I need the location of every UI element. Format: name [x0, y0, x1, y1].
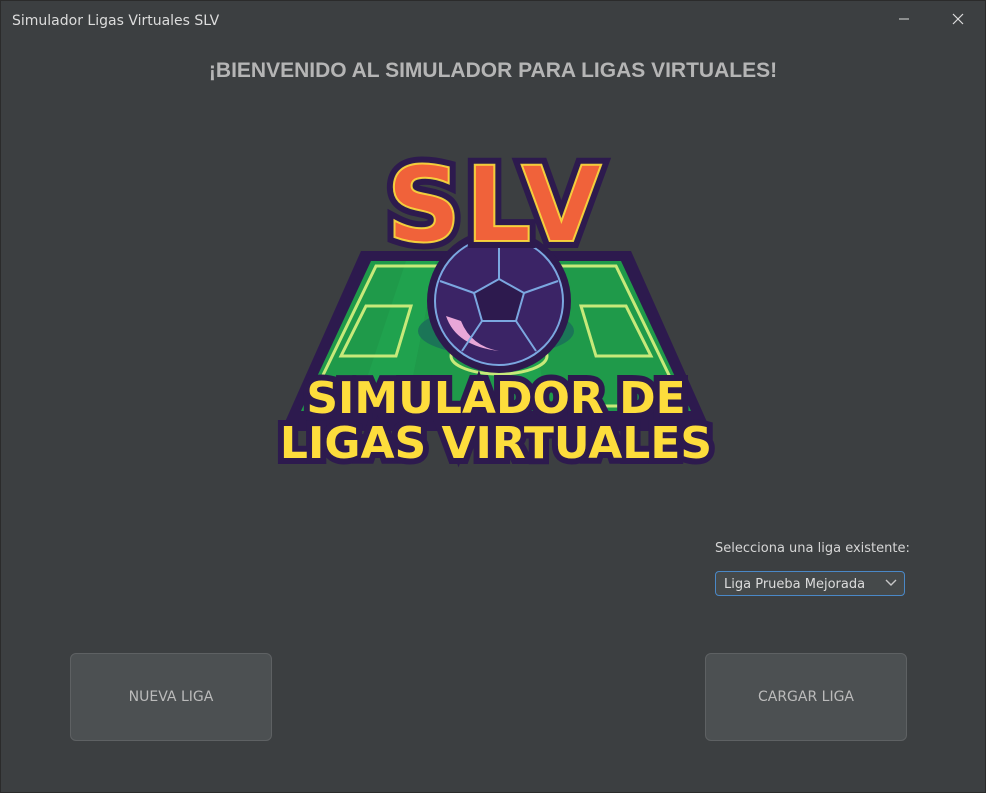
- new-league-button[interactable]: NUEVA LIGA: [70, 653, 272, 741]
- window-title: Simulador Ligas Virtuales SLV: [12, 13, 220, 29]
- close-icon: [952, 13, 964, 25]
- league-select-value: Liga Prueba Mejorada: [724, 577, 866, 592]
- minimize-button[interactable]: [881, 1, 927, 37]
- title-bar: Simulador Ligas Virtuales SLV: [1, 1, 985, 41]
- app-window: Simulador Ligas Virtuales SLV ¡BIENVENID…: [0, 0, 986, 793]
- slv-logo: SLV SLV SIMULADOR DE LIGAS VIRTUALES: [274, 141, 718, 471]
- logo-acronym-highlight: SLV: [386, 144, 605, 266]
- load-league-button[interactable]: CARGAR LIGA: [705, 653, 907, 741]
- chevron-down-icon: [885, 579, 897, 586]
- close-button[interactable]: [935, 1, 981, 37]
- minimize-icon: [899, 18, 909, 20]
- logo-line2: LIGAS VIRTUALES: [280, 418, 712, 469]
- league-select-label: Selecciona una liga existente:: [715, 541, 910, 556]
- logo-line1: SIMULADOR DE: [306, 373, 685, 424]
- league-select[interactable]: Liga Prueba Mejorada: [715, 571, 905, 596]
- welcome-heading: ¡BIENVENIDO AL SIMULADOR PARA LIGAS VIRT…: [208, 59, 778, 82]
